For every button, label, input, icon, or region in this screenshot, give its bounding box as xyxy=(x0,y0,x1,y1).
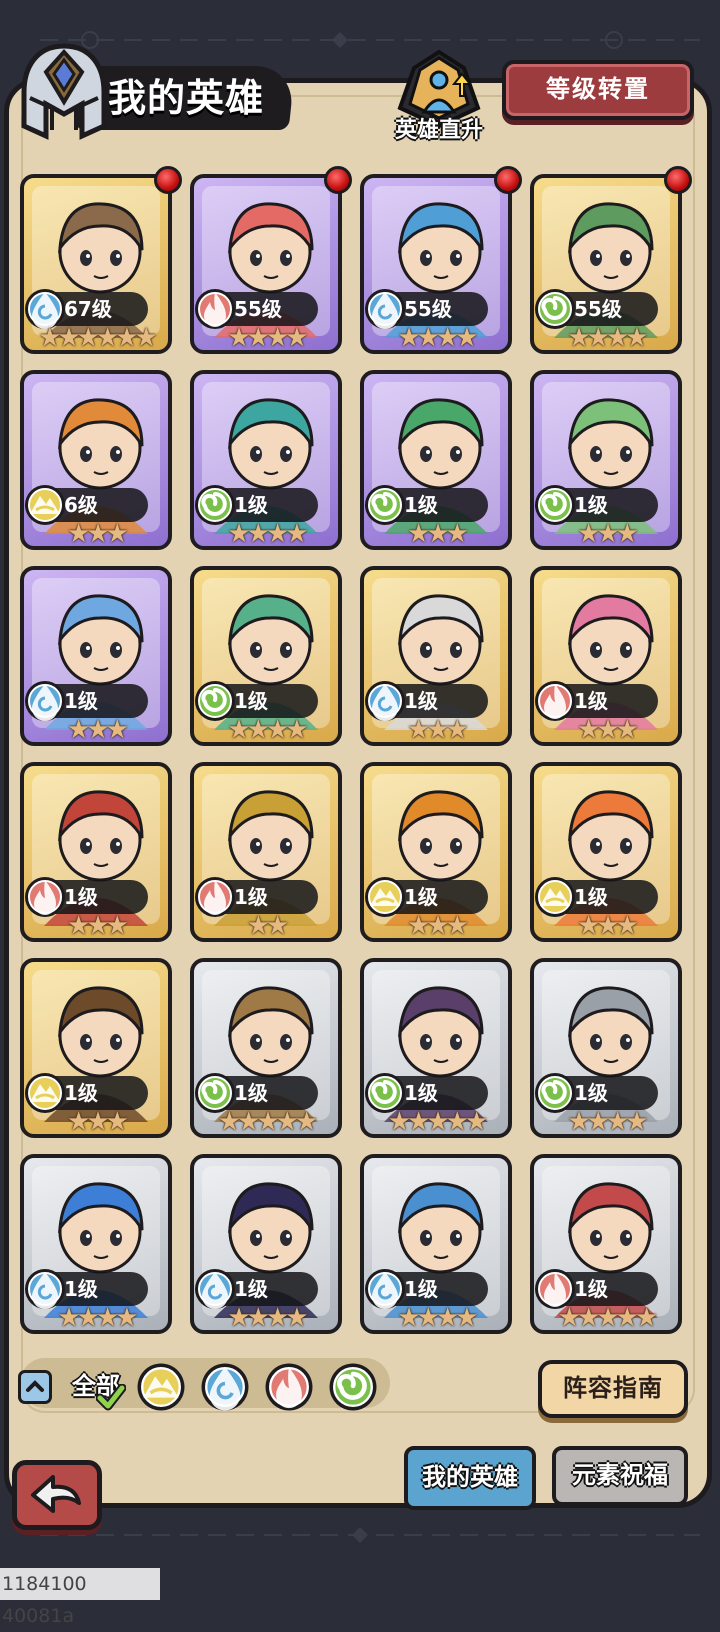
hero-level: 1级 xyxy=(574,1081,608,1105)
hero-level: 1级 xyxy=(404,1081,438,1105)
hero-card[interactable]: 1级 ★★★★★ xyxy=(190,958,342,1138)
hero-stars: ★★★★ xyxy=(227,519,308,549)
hero-stars: ★★★★ xyxy=(227,1303,308,1333)
hero-stars: ★★★ xyxy=(407,911,469,941)
hero-stars: ★★ xyxy=(246,911,290,941)
hero-card[interactable]: 1级 ★★★ xyxy=(20,762,172,942)
collapse-filter-button[interactable] xyxy=(18,1370,52,1404)
hero-stars: ★★★ xyxy=(577,715,639,745)
back-arrow-icon xyxy=(31,1475,81,1513)
hero-level: 1级 xyxy=(234,689,268,713)
hero-card[interactable]: 1级 ★★★ xyxy=(530,566,682,746)
hero-stars: ★★★★ xyxy=(57,1303,138,1333)
helmet-icon xyxy=(21,43,107,140)
hero-level: 1级 xyxy=(404,493,438,517)
hero-level: 67级 xyxy=(64,297,112,321)
hero-level: 1级 xyxy=(64,1081,98,1105)
lineup-guide-button[interactable]: 阵容指南 xyxy=(538,1360,688,1418)
hero-stars: ★★★★ xyxy=(227,323,308,353)
hero-level: 1级 xyxy=(404,1277,438,1301)
filter-fire-button[interactable] xyxy=(262,1360,316,1414)
hero-card[interactable]: 55级 ★★★★ xyxy=(190,174,342,354)
hero-card[interactable]: 1级 ★★★★★ xyxy=(360,958,512,1138)
hero-card[interactable]: 1级 ★★★★★ xyxy=(530,1154,682,1334)
hero-card[interactable]: 1级 ★★★★ xyxy=(20,1154,172,1334)
hero-stars: ★★★ xyxy=(407,715,469,745)
notification-dot xyxy=(664,166,692,194)
hero-level: 1级 xyxy=(64,1277,98,1301)
tab-element-blessing[interactable]: 元素祝福 xyxy=(552,1446,688,1506)
hero-level: 55级 xyxy=(234,297,282,321)
hero-level: 1级 xyxy=(64,689,98,713)
hero-level: 55级 xyxy=(404,297,452,321)
hero-level: 55级 xyxy=(574,297,622,321)
hero-card[interactable]: 67级 ★★★★★★ xyxy=(20,174,172,354)
hero-stars: ★★★ xyxy=(407,519,469,549)
hero-level: 1级 xyxy=(64,885,98,909)
hero-level: 1级 xyxy=(574,689,608,713)
hero-stars: ★★★★ xyxy=(397,1303,478,1333)
hero-stars: ★★★★ xyxy=(567,323,648,353)
hero-card[interactable]: 6级 ★★★ xyxy=(20,370,172,550)
hero-card[interactable]: 55级 ★★★★ xyxy=(530,174,682,354)
hero-stars: ★★★ xyxy=(67,1107,129,1137)
hero-card[interactable]: 1级 ★★★★ xyxy=(190,566,342,746)
earth-element-icon xyxy=(137,1363,185,1411)
hero-level: 1级 xyxy=(234,1081,268,1105)
hero-card[interactable]: 1级 ★★★ xyxy=(530,762,682,942)
hero-level: 1级 xyxy=(234,1277,268,1301)
hero-card[interactable]: 1级 ★★★★ xyxy=(360,1154,512,1334)
filter-water-button[interactable] xyxy=(198,1360,252,1414)
page-title: 我的英雄 xyxy=(108,76,265,120)
nature-element-icon xyxy=(329,1363,377,1411)
tab-my-heroes[interactable]: 我的英雄 xyxy=(404,1446,536,1510)
hero-card[interactable]: 1级 ★★★ xyxy=(360,566,512,746)
hero-level: 1级 xyxy=(404,689,438,713)
hero-stars: ★★★★★ xyxy=(217,1107,319,1137)
hero-stars: ★★★★★ xyxy=(557,1303,659,1333)
hero-level: 1级 xyxy=(574,493,608,517)
hero-stars: ★★★★ xyxy=(227,715,308,745)
hero-stars: ★★★★ xyxy=(397,323,478,353)
hero-card[interactable]: 55级 ★★★★ xyxy=(360,174,512,354)
hero-card[interactable]: 1级 ★★★★ xyxy=(190,1154,342,1334)
hero-card[interactable]: 1级 ★★★ xyxy=(20,566,172,746)
hero-level: 1级 xyxy=(234,885,268,909)
fire-element-icon xyxy=(265,1363,313,1411)
hero-card[interactable]: 1级 ★★★★ xyxy=(530,958,682,1138)
back-button[interactable] xyxy=(12,1460,102,1530)
watermark-text: 1184100 40081a xyxy=(0,1568,160,1627)
filter-earth-button[interactable] xyxy=(134,1360,188,1414)
hero-stars: ★★★ xyxy=(67,715,129,745)
hero-level: 1级 xyxy=(234,493,268,517)
hero-stars: ★★★ xyxy=(67,519,129,549)
hero-card[interactable]: 1级 ★★★★ xyxy=(190,370,342,550)
chevron-up-icon xyxy=(26,1380,44,1392)
hero-stars: ★★★★★★ xyxy=(38,323,158,353)
hero-card[interactable]: 1级 ★★ xyxy=(190,762,342,942)
water-element-icon xyxy=(201,1363,249,1411)
hero-level: 1级 xyxy=(404,885,438,909)
hero-stars: ★★★★★ xyxy=(387,1107,489,1137)
filter-nature-button[interactable] xyxy=(326,1360,380,1414)
notification-dot xyxy=(494,166,522,194)
checkmark-icon xyxy=(96,1384,126,1411)
hero-stars: ★★★ xyxy=(577,519,639,549)
hero-card[interactable]: 1级 ★★★ xyxy=(20,958,172,1138)
notification-dot xyxy=(324,166,352,194)
hero-level: 1级 xyxy=(574,885,608,909)
hero-level: 1级 xyxy=(574,1277,608,1301)
hero-stars: ★★★ xyxy=(577,911,639,941)
hero-card[interactable]: 1级 ★★★ xyxy=(530,370,682,550)
hero-upgrade-label[interactable]: 英雄直升 xyxy=(384,112,494,143)
hero-stars: ★★★ xyxy=(67,911,129,941)
notification-dot xyxy=(154,166,182,194)
hero-level: 6级 xyxy=(64,493,98,517)
hero-card[interactable]: 1级 ★★★ xyxy=(360,370,512,550)
hero-stars: ★★★★ xyxy=(567,1107,648,1137)
level-transfer-button[interactable]: 等级转置 xyxy=(502,60,694,120)
hero-card[interactable]: 1级 ★★★ xyxy=(360,762,512,942)
